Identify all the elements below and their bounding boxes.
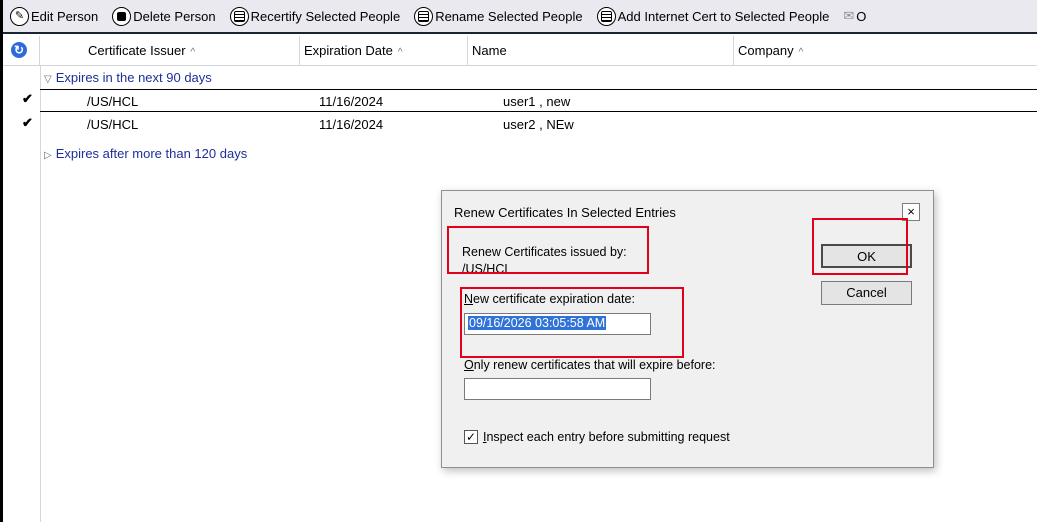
sort-caret-icon: ^ [798, 47, 804, 58]
delete-person-label: Delete Person [133, 8, 216, 24]
rename-label: Rename Selected People [435, 8, 583, 24]
checkmark-icon: ✔ [22, 91, 33, 106]
company-column-header[interactable]: Company ^ [734, 36, 1037, 66]
only-renew-label-rest: nly renew certificates that will expire … [473, 358, 716, 372]
selection-column-header [3, 36, 40, 66]
edit-person-button[interactable]: ✎ Edit Person [10, 6, 99, 26]
overflow-button[interactable]: ✉ O [843, 8, 866, 24]
ok-button[interactable]: OK [821, 244, 912, 268]
close-icon: × [907, 204, 915, 219]
only-renew-label-mnemonic: O [464, 358, 474, 372]
issuer-cell: /US/HCL [87, 117, 139, 132]
window-left-edge [0, 0, 3, 522]
table-row[interactable]: /US/HCL 11/16/2024 user1 , new [40, 89, 1037, 112]
cancel-button[interactable]: Cancel [821, 281, 912, 305]
issued-by-label: Renew Certificates issued by: [462, 245, 627, 259]
new-expiration-label-mnemonic: N [464, 292, 474, 306]
rename-button[interactable]: Rename Selected People [414, 6, 583, 26]
inspect-label-rest: nspect each entry before submitting requ… [486, 430, 730, 444]
delete-person-button[interactable]: Delete Person [112, 6, 216, 26]
new-expiration-label: New certificate expiration date: [464, 292, 635, 306]
overflow-label: O [856, 8, 867, 24]
name-column-label: Name [472, 43, 507, 58]
internet-cert-icon [596, 6, 616, 26]
checkmark-icon: ✓ [465, 430, 477, 444]
add-internet-cert-label: Add Internet Cert to Selected People [617, 8, 830, 24]
issuer-column-header[interactable]: Certificate Issuer ^ [40, 36, 300, 66]
new-expiration-label-rest: ew certificate expiration date: [473, 292, 635, 306]
action-toolbar: ✎ Edit Person Delete Person Recertify Se… [3, 0, 1037, 34]
edit-person-label: Edit Person [31, 8, 99, 24]
category-soon-label: Expires in the next 90 days [55, 70, 212, 85]
expiration-cell: 11/16/2024 [319, 117, 384, 132]
name-cell: user2 , NEw [503, 117, 574, 132]
inspect-label: Inspect each entry before submitting req… [483, 430, 730, 444]
dialog-title: Renew Certificates In Selected Entries [454, 205, 676, 220]
expiration-column-label: Expiration Date [304, 43, 393, 58]
collapsed-twisty-icon: ▷ [44, 150, 52, 161]
close-button[interactable]: × [902, 203, 920, 221]
rename-certificate-icon [414, 6, 434, 26]
table-row[interactable]: /US/HCL 11/16/2024 user2 , NEw [40, 113, 1037, 136]
sort-caret-icon: ^ [190, 47, 196, 58]
new-expiration-value: 09/16/2026 03:05:58 AM [468, 316, 607, 330]
checkmark-icon: ✔ [22, 115, 33, 130]
recertify-button[interactable]: Recertify Selected People [229, 6, 401, 26]
issuer-column-label: Certificate Issuer [88, 43, 186, 58]
pencil-icon: ✎ [10, 6, 29, 26]
sort-caret-icon: ^ [397, 47, 403, 58]
new-expiration-input[interactable]: 09/16/2026 03:05:58 AM [464, 313, 651, 335]
name-column-header[interactable]: Name [468, 36, 734, 66]
issuer-cell: /US/HCL [87, 94, 139, 109]
only-renew-label: Only renew certificates that will expire… [464, 358, 716, 372]
mail-icon: ✉ [843, 8, 855, 23]
add-internet-cert-button[interactable]: Add Internet Cert to Selected People [596, 6, 830, 26]
expanded-twisty-icon: ▽ [44, 74, 52, 85]
company-column-label: Company [738, 43, 794, 58]
category-expires-later[interactable]: ▷ Expires after more than 120 days [44, 143, 247, 165]
category-expires-soon[interactable]: ▽ Expires in the next 90 days [44, 67, 212, 89]
only-renew-before-input[interactable] [464, 378, 651, 400]
recertify-label: Recertify Selected People [250, 8, 401, 24]
view-column-header: ↻ Certificate Issuer ^ Expiration Date ^ N… [3, 36, 1037, 66]
inspect-checkbox[interactable]: ✓ [464, 430, 478, 444]
expiration-column-header[interactable]: Expiration Date ^ [300, 36, 468, 66]
issued-by-value: /US/HCL [462, 262, 512, 276]
name-cell: user1 , new [503, 94, 571, 109]
certificate-icon [229, 6, 249, 26]
renew-certificates-dialog: Renew Certificates In Selected Entries ×… [441, 190, 934, 468]
expiration-cell: 11/16/2024 [319, 94, 384, 109]
delete-icon [112, 6, 132, 26]
category-later-label: Expires after more than 120 days [55, 146, 248, 161]
